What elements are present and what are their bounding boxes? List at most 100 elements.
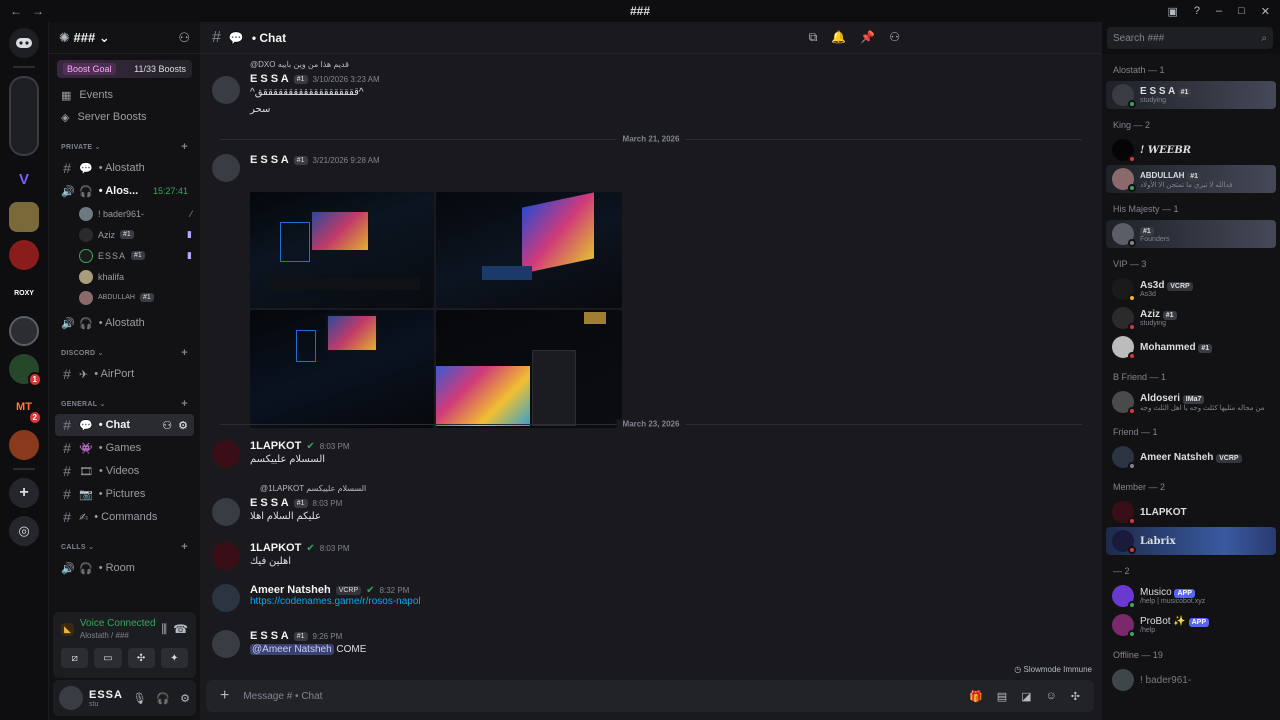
server-icon-orange[interactable]: [9, 430, 39, 460]
add-server-icon[interactable]: +: [9, 478, 39, 508]
sticker-icon[interactable]: ◪: [1021, 690, 1031, 703]
camera-off-button[interactable]: ⧄: [61, 648, 89, 668]
apps-icon[interactable]: ✣: [1071, 690, 1080, 703]
boost-goal-bar[interactable]: Boost Goal 11/33 Boosts: [57, 60, 192, 78]
server-icon-green[interactable]: 1: [9, 354, 42, 387]
channel-commands[interactable]: # ✍ • Commands: [55, 506, 194, 528]
add-channel-icon[interactable]: +: [181, 141, 188, 153]
add-channel-icon[interactable]: +: [181, 541, 188, 553]
headphones-icon[interactable]: 🎧: [156, 692, 170, 705]
avatar[interactable]: [212, 440, 240, 468]
member-item[interactable]: Musico APP/help | musicobot.xyz: [1106, 582, 1276, 610]
reply-preview[interactable]: @1LAPKOT السسلام علييكسم: [260, 484, 1082, 493]
member-item[interactable]: Aldoseri IMa7 من مجاله مثليها كثلث وجه يا…: [1106, 388, 1276, 416]
server-icon-active[interactable]: [9, 76, 39, 156]
avatar[interactable]: [212, 498, 240, 526]
message[interactable]: 1LAPKOT ✔ 8:03 PM السسلام علييكسم: [210, 440, 1082, 468]
avatar[interactable]: [212, 76, 240, 104]
emoji-icon[interactable]: ☺: [1046, 690, 1057, 703]
author-name[interactable]: Ameer Natsheh: [250, 584, 331, 596]
member-item[interactable]: E S S A #1 studying: [1106, 81, 1276, 109]
member-item[interactable]: As3d VCRP As3d: [1106, 275, 1276, 303]
events-link[interactable]: ▦ Events: [49, 84, 200, 106]
image-attachment[interactable]: [436, 310, 622, 428]
image-attachment[interactable]: [250, 192, 434, 308]
voice-user[interactable]: Aziz #1 ▮: [49, 224, 200, 245]
channel-airport[interactable]: # ✈ • AirPort: [55, 363, 194, 385]
voice-user[interactable]: khalifa: [49, 266, 200, 287]
avatar[interactable]: [212, 542, 240, 570]
channel-alostath-voice[interactable]: 🔊 🎧 • Alos... 15:27:41: [55, 180, 194, 202]
message[interactable]: E S S A #1 9:26 PM @Ameer Natsheh COME: [210, 630, 1082, 658]
bell-icon[interactable]: 🔔: [831, 30, 846, 45]
image-attachment[interactable]: [250, 310, 434, 428]
maximize-icon[interactable]: □: [1238, 5, 1245, 17]
message[interactable]: 1LAPKOT ✔ 8:03 PM اهلين فيك: [210, 542, 1082, 570]
member-item[interactable]: ! WEEBR: [1106, 136, 1276, 164]
member-item[interactable]: #1 Founders: [1106, 220, 1276, 248]
message-composer[interactable]: + Message # • Chat 🎁 ▤ ◪ ☺ ✣: [206, 680, 1094, 712]
category-calls[interactable]: CALLS ⌄ +: [49, 538, 200, 556]
channel-videos[interactable]: # 🎞 • Videos: [55, 460, 194, 482]
server-icon-photo[interactable]: [9, 202, 39, 232]
noise-suppression-icon[interactable]: ⫼: [162, 622, 168, 637]
server-icon-text[interactable]: ROXY: [9, 278, 39, 308]
close-icon[interactable]: ✕: [1261, 5, 1270, 18]
member-item[interactable]: 1LAPKOT: [1106, 498, 1276, 526]
author-name[interactable]: 1LAPKOT: [250, 542, 301, 554]
gear-icon[interactable]: ⚙: [180, 692, 190, 705]
search-input[interactable]: Search ### ⌕: [1107, 27, 1273, 49]
server-boosts-link[interactable]: ◈ Server Boosts: [49, 106, 200, 128]
message-input[interactable]: Message # • Chat: [243, 691, 322, 702]
author-name[interactable]: E S S A: [250, 630, 289, 642]
author-name[interactable]: E S S A: [250, 73, 289, 85]
server-icon-v[interactable]: V: [9, 164, 39, 194]
avatar[interactable]: [212, 584, 240, 612]
voice-user[interactable]: ! bader961- ⁄: [49, 203, 200, 224]
member-item[interactable]: ABDULLAH #1 فدالله لا تبري ما تمتحن الا ا…: [1106, 165, 1276, 193]
mic-icon[interactable]: 🎙: [132, 692, 146, 705]
author-name[interactable]: E S S A: [250, 154, 289, 166]
back-arrow-icon[interactable]: ←: [10, 4, 22, 18]
message[interactable]: E S S A #1 3/21/2026 9:28 AM: [210, 154, 1082, 182]
forward-arrow-icon[interactable]: →: [32, 4, 44, 18]
member-item[interactable]: Ameer Natsheh VCRP: [1106, 443, 1276, 471]
screen-share-button[interactable]: ▭: [94, 648, 122, 668]
avatar[interactable]: [212, 154, 240, 182]
member-item[interactable]: Labrix: [1106, 527, 1276, 555]
message[interactable]: @DXO قديم هذا من وين بايبه E S S A #1 3/10…: [210, 60, 1082, 115]
message[interactable]: Ameer Natsheh VCRP ✔ 8:32 PM https://codena…: [210, 584, 1082, 612]
member-item[interactable]: ProBot ✨ APP/help: [1106, 611, 1276, 639]
category-private[interactable]: PRIVATE ⌄ +: [49, 138, 200, 156]
member-item[interactable]: Aziz #1 studying: [1106, 304, 1276, 332]
channel-room[interactable]: 🔊 🎧 • Room: [55, 557, 194, 579]
server-icon-mt[interactable]: MT 2: [9, 392, 42, 425]
voice-user[interactable]: ESSA #1 ▮: [49, 245, 200, 266]
avatar[interactable]: [59, 686, 83, 710]
author-name[interactable]: E S S A: [250, 497, 289, 509]
member-item[interactable]: ! bader961-: [1106, 666, 1276, 694]
add-channel-icon[interactable]: +: [181, 398, 188, 410]
threads-icon[interactable]: ⧉: [809, 30, 818, 45]
inbox-icon[interactable]: ▣: [1167, 5, 1177, 18]
author-name[interactable]: 1LAPKOT: [250, 440, 301, 452]
channel-games[interactable]: # 👾 • Games: [55, 437, 194, 459]
help-icon[interactable]: ?: [1194, 5, 1200, 17]
activities-button[interactable]: ✣: [127, 648, 155, 668]
message-link[interactable]: https://codenames.game/r/rosos-napol: [250, 596, 1082, 607]
channel-alostath-voice-2[interactable]: 🔊 🎧 • Alostath: [55, 312, 194, 334]
channel-pictures[interactable]: # 📷 • Pictures: [55, 483, 194, 505]
attach-plus-icon[interactable]: +: [220, 687, 229, 705]
category-discord[interactable]: DISCORD ⌄ +: [49, 344, 200, 362]
gear-icon[interactable]: ⚙: [178, 419, 188, 432]
soundboard-button[interactable]: ✦: [160, 648, 188, 668]
pin-icon[interactable]: 📌: [860, 30, 875, 45]
discover-icon[interactable]: ◎: [9, 516, 39, 546]
disconnect-icon[interactable]: ☎: [173, 622, 188, 636]
message[interactable]: @1LAPKOT السسلام علييكسم E S S A #1 8:03 P…: [210, 484, 1082, 526]
gif-icon[interactable]: ▤: [997, 690, 1007, 703]
image-attachment[interactable]: [436, 192, 622, 308]
member-item[interactable]: Mohammed #1: [1106, 333, 1276, 361]
channel-alostath-text[interactable]: # 💬 • Alostath: [55, 157, 194, 179]
voice-user[interactable]: ABDULLAH #1: [49, 287, 200, 308]
